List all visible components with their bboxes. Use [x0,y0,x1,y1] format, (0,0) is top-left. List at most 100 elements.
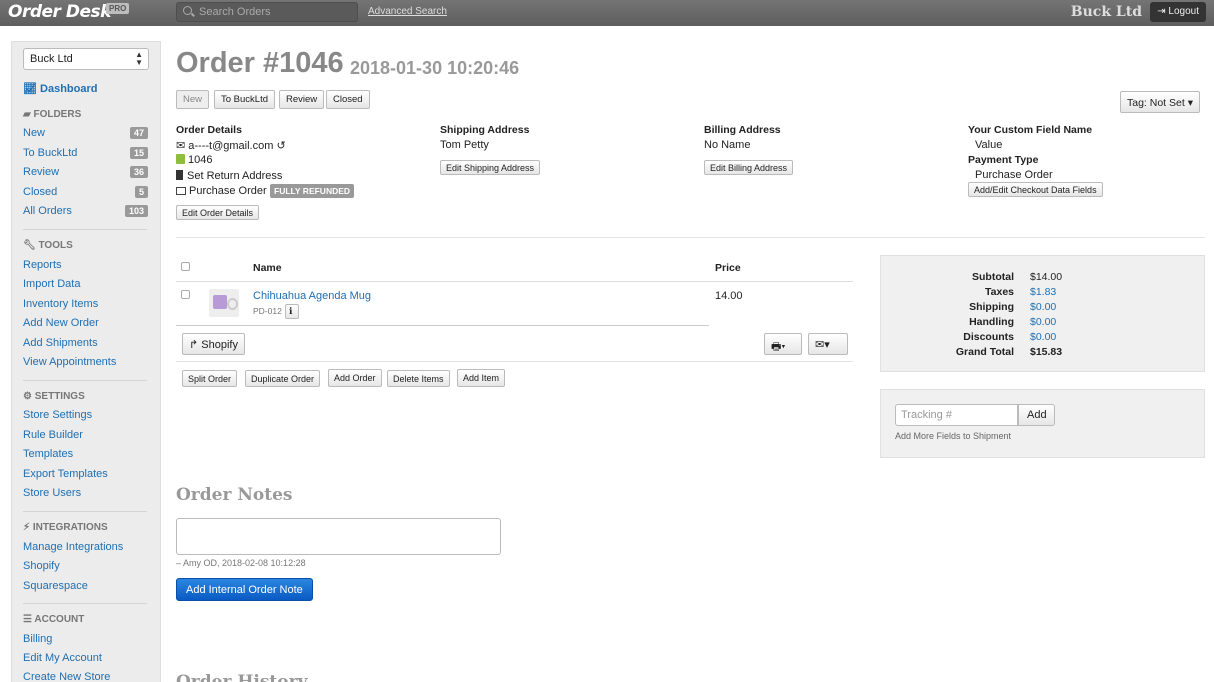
settings-heading: ⚙ SETTINGS [23,391,85,402]
account-heading-label: ACCOUNT [34,614,85,625]
tag-dropdown-label: Tag: Not Set [1127,97,1185,109]
payment-label: Purchase Order [189,185,267,197]
sidebar-divider [23,380,147,381]
email-dropdown[interactable]: ✉▾ [808,333,848,355]
sidebar-item-export-templates[interactable]: Export Templates [23,468,108,480]
item-name-link[interactable]: Chihuahua Agenda Mug [253,290,371,302]
product-thumbnail [209,289,239,317]
sidebar-item-add-new-order[interactable]: Add New Order [23,317,99,329]
sidebar-item-view-appointments[interactable]: View Appointments [23,356,116,368]
folders-heading: ▰ FOLDERS [23,109,81,120]
sidebar-item-closed[interactable]: Closed [23,186,57,198]
column-header-price: Price [715,262,741,274]
taxes-label: Taxes [985,286,1014,298]
order-email-value: a----t@gmail.com [188,140,274,152]
top-bar: Order Desk PRO Search Orders Advanced Se… [0,0,1214,26]
order-note-textarea[interactable] [176,518,501,555]
add-more-fields-link[interactable]: Add More Fields to Shipment [895,431,1011,441]
undo-icon[interactable]: ↺ [273,140,285,152]
folder-count-badge: 5 [134,186,148,198]
sidebar-item-all-orders[interactable]: All Orders [23,205,72,217]
folder-icon: ▰ [23,109,34,120]
search-input[interactable]: Search Orders [176,2,358,22]
add-internal-note-button[interactable]: Add Internal Order Note [176,578,313,601]
tracking-add-button[interactable]: Add [1018,404,1055,426]
sidebar-item-billing[interactable]: Billing [23,633,52,645]
sidebar-item-inventory-items[interactable]: Inventory Items [23,298,98,310]
section-divider [176,237,1205,238]
edit-order-details-button[interactable]: Edit Order Details [176,205,260,220]
sidebar-item-store-users[interactable]: Store Users [23,487,81,499]
dashboard-label: Dashboard [40,83,98,95]
sidebar-divider [23,511,147,512]
shipping-value[interactable]: $0.00 [1030,301,1056,313]
tracking-number-input[interactable]: Tracking # [895,404,1018,426]
sidebar-item-rule-builder[interactable]: Rule Builder [23,429,83,441]
settings-heading-label: SETTINGS [34,391,85,402]
caret-down-icon: ▾ [824,339,830,351]
folder-button-to-buckltd[interactable]: To BuckLtd [214,90,275,109]
add-item-button[interactable]: Add Item [457,369,506,387]
handling-label: Handling [969,316,1014,328]
select-arrows-icon: ▲ ▼ [135,50,143,67]
sidebar-divider [23,229,147,230]
tag-dropdown[interactable]: Tag: Not Set ▾ [1120,91,1200,113]
integrations-heading: ⚡︎ INTEGRATIONS [23,522,108,533]
pro-badge: PRO [106,3,130,14]
sidebar-divider [23,603,147,604]
table-header-divider [176,281,853,282]
sidebar-item-squarespace[interactable]: Squarespace [23,580,88,592]
payment-type-value: Purchase Order [975,169,1053,181]
logout-button[interactable]: ⇥ Logout [1150,2,1206,22]
sidebar-item-shopify[interactable]: Shopify [23,560,60,572]
sidebar: Buck Ltd ▲ ▼ 📈︎ Dashboard ▰ FOLDERS New 4… [11,41,161,682]
sidebar-item-new[interactable]: New [23,127,45,139]
folder-button-review[interactable]: Review [279,90,325,109]
store-name: Buck Ltd [1070,4,1142,20]
folder-count-badge: 15 [129,147,148,159]
shipping-name: Tom Petty [440,139,489,151]
sidebar-item-create-new-store[interactable]: Create New Store [23,671,110,682]
billing-address-label: Billing Address [704,124,781,136]
sidebar-item-add-shipments[interactable]: Add Shipments [23,337,98,349]
custom-field-label: Your Custom Field Name [968,124,1093,136]
edit-billing-address-button[interactable]: Edit Billing Address [704,160,794,175]
sidebar-item-store-settings[interactable]: Store Settings [23,409,92,421]
return-address-row[interactable]: Set Return Address [176,170,282,182]
edit-shipping-address-button[interactable]: Edit Shipping Address [440,160,541,175]
duplicate-order-button[interactable]: Duplicate Order [245,370,321,387]
store-select[interactable]: Buck Ltd ▲ ▼ [23,48,149,70]
order-email: ✉ a----t@gmail.com ↺ [176,139,286,152]
handling-value[interactable]: $0.00 [1030,316,1056,328]
sidebar-item-templates[interactable]: Templates [23,448,73,460]
sidebar-item-reports[interactable]: Reports [23,259,62,271]
split-order-button[interactable]: Split Order [182,370,238,387]
sidebar-item-to-buckltd[interactable]: To BuckLtd [23,147,77,159]
order-source-id-value: 1046 [188,154,213,166]
sidebar-item-dashboard[interactable]: 📈︎ Dashboard [23,82,98,95]
wrench-icon: 🔧︎ [23,240,39,251]
print-dropdown[interactable]: 🖶︎▾ [764,333,802,355]
share-icon: ↱ [189,339,202,351]
order-date: 2018-01-30 10:20:46 [350,58,520,78]
folder-count-badge: 47 [129,127,148,139]
shopify-button-label: Shopify [201,339,238,351]
order-desk-logo[interactable]: Order Desk [8,2,111,22]
taxes-value[interactable]: $1.83 [1030,286,1056,298]
discounts-value[interactable]: $0.00 [1030,331,1056,343]
folder-button-closed[interactable]: Closed [326,90,370,109]
sidebar-item-review[interactable]: Review [23,166,59,178]
sidebar-item-manage-integrations[interactable]: Manage Integrations [23,541,123,553]
shopify-button[interactable]: ↱ Shopify [182,333,245,355]
folder-button-new[interactable]: New [176,90,210,109]
advanced-search-link[interactable]: Advanced Search [368,6,447,17]
select-all-checkbox[interactable] [181,262,190,271]
add-order-button[interactable]: Add Order [328,369,382,387]
tools-heading: 🔧︎ TOOLS [23,240,73,251]
delete-items-button[interactable]: Delete Items [387,370,450,387]
item-checkbox[interactable] [181,290,190,299]
edit-checkout-fields-button[interactable]: Add/Edit Checkout Data Fields [968,182,1103,197]
sidebar-item-edit-my-account[interactable]: Edit My Account [23,652,102,664]
sidebar-item-import-data[interactable]: Import Data [23,278,80,290]
item-info-icon[interactable]: ℹ [285,304,299,319]
